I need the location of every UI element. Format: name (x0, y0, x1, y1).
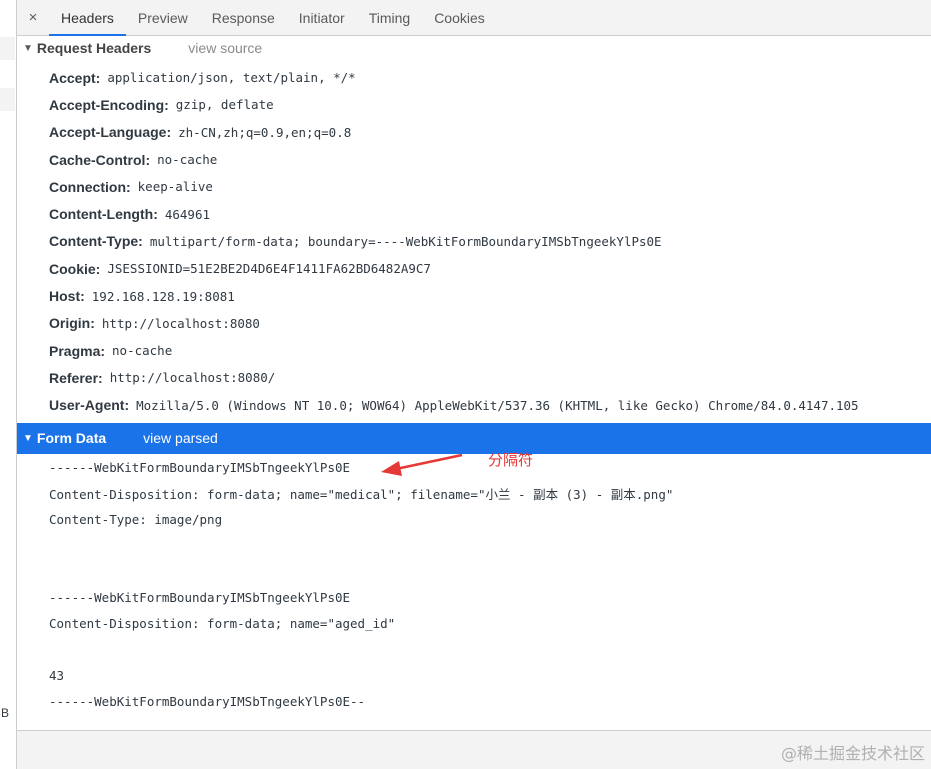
header-name: Accept-Encoding: (49, 96, 169, 113)
tab-preview[interactable]: Preview (126, 0, 200, 35)
header-name: Cookie: (49, 260, 101, 277)
header-name: Content-Type: (49, 233, 143, 250)
header-value: zh-CN,zh;q=0.9,en;q=0.8 (178, 124, 352, 140)
header-name: Accept-Language: (49, 124, 172, 141)
header-value: no-cache (112, 343, 173, 359)
annotation-label: 分隔符 (488, 451, 534, 469)
form-data-line: 43 (49, 668, 65, 684)
form-data-line: ------WebKitFormBoundaryIMSbTngeekYlPs0E… (49, 694, 366, 710)
header-row: Content-Length: 464961 (17, 200, 931, 227)
header-value: Mozilla/5.0 (Windows NT 10.0; WOW64) App… (136, 397, 859, 413)
tab-response[interactable]: Response (200, 0, 287, 35)
request-headers-section-header[interactable]: ▼ Request Headers view source (17, 36, 931, 60)
header-value: 464961 (164, 206, 211, 222)
header-name: User-Agent: (49, 397, 130, 414)
header-row: Content-Type: multipart/form-data; bounda… (17, 228, 931, 255)
header-value: JSESSIONID=51E2BE2D4D6E4F1411FA62BD6482A… (107, 261, 431, 277)
form-data-line: Content-Type: image/png (49, 512, 223, 528)
header-name: Accept: (49, 69, 101, 86)
header-value: gzip, deflate (175, 97, 274, 113)
request-list-row[interactable] (0, 37, 15, 60)
form-data-section-header[interactable]: ▼ Form Data view parsed (17, 422, 931, 454)
close-icon[interactable]: × (17, 0, 49, 35)
header-row: Accept-Encoding: gzip, deflate (17, 91, 931, 118)
header-row: Host: 192.168.128.19:8081 (17, 282, 931, 309)
header-name: Host: (49, 288, 85, 305)
header-value: application/json, text/plain, */* (107, 70, 356, 86)
request-list-strip: B (0, 0, 17, 769)
tab-initiator[interactable]: Initiator (287, 0, 357, 35)
form-data-line: ------WebKitFormBoundaryIMSbTngeekYlPs0E (49, 460, 351, 476)
header-row: Accept: application/json, text/plain, */* (17, 64, 931, 91)
header-value: 192.168.128.19:8081 (91, 288, 235, 304)
header-row: Pragma: no-cache (17, 337, 931, 364)
tab-timing[interactable]: Timing (357, 0, 423, 35)
header-row: Connection: keep-alive (17, 173, 931, 200)
details-tab-bar: × Headers Preview Response Initiator Tim… (17, 0, 931, 36)
headers-content: ▼ Request Headers view source Accept: app… (17, 36, 931, 726)
header-value: http://localhost:8080/ (109, 370, 276, 386)
form-data-title: Form Data (36, 430, 107, 447)
header-row: Cookie: JSESSIONID=51E2BE2D4D6E4F1411FA62… (17, 255, 931, 282)
header-name: Origin: (49, 315, 95, 332)
header-row: Origin: http://localhost:8080 (17, 310, 931, 337)
watermark: @稀土掘金技术社区 (780, 744, 925, 763)
header-name: Pragma: (49, 342, 106, 359)
header-name: Connection: (49, 178, 131, 195)
form-data-line (17, 533, 931, 559)
form-data-line: ------WebKitFormBoundaryIMSbTngeekYlPs0E (49, 590, 351, 606)
form-data-line: Content-Disposition: form-data; name="me… (49, 487, 674, 503)
form-data-line (17, 637, 931, 663)
form-data-body: ------WebKitFormBoundaryIMSbTngeekYlPs0E… (17, 454, 931, 715)
header-row: Accept-Language: zh-CN,zh;q=0.9,en;q=0.8 (17, 119, 931, 146)
expand-triangle-icon: ▼ (23, 432, 33, 444)
header-name: Referer: (49, 369, 103, 386)
header-name: Content-Length: (49, 206, 158, 223)
request-headers-list: Accept: application/json, text/plain, */*… (17, 60, 931, 419)
header-row: User-Agent: Mozilla/5.0 (Windows NT 10.0;… (17, 392, 931, 419)
request-list-row[interactable] (0, 88, 15, 111)
header-value: no-cache (157, 152, 218, 168)
form-data-line: Content-Disposition: form-data; name="ag… (49, 616, 396, 632)
header-name: Cache-Control: (49, 151, 151, 168)
view-source-link[interactable]: view source (188, 40, 262, 56)
header-value: multipart/form-data; boundary=----WebKit… (149, 233, 662, 249)
form-data-line (17, 559, 931, 585)
request-headers-title: Request Headers (36, 40, 152, 56)
header-value: keep-alive (137, 179, 213, 195)
tab-headers[interactable]: Headers (49, 0, 126, 36)
devtools-network-panel: B × Headers Preview Response Initiator T… (0, 0, 931, 769)
expand-triangle-icon: ▼ (23, 42, 33, 54)
view-parsed-link[interactable]: view parsed (143, 430, 218, 446)
request-list-cut-text: B (1, 706, 10, 720)
header-value: http://localhost:8080 (101, 315, 260, 331)
header-row: Referer: http://localhost:8080/ (17, 364, 931, 391)
tab-cookies[interactable]: Cookies (422, 0, 497, 35)
header-row: Cache-Control: no-cache (17, 146, 931, 173)
